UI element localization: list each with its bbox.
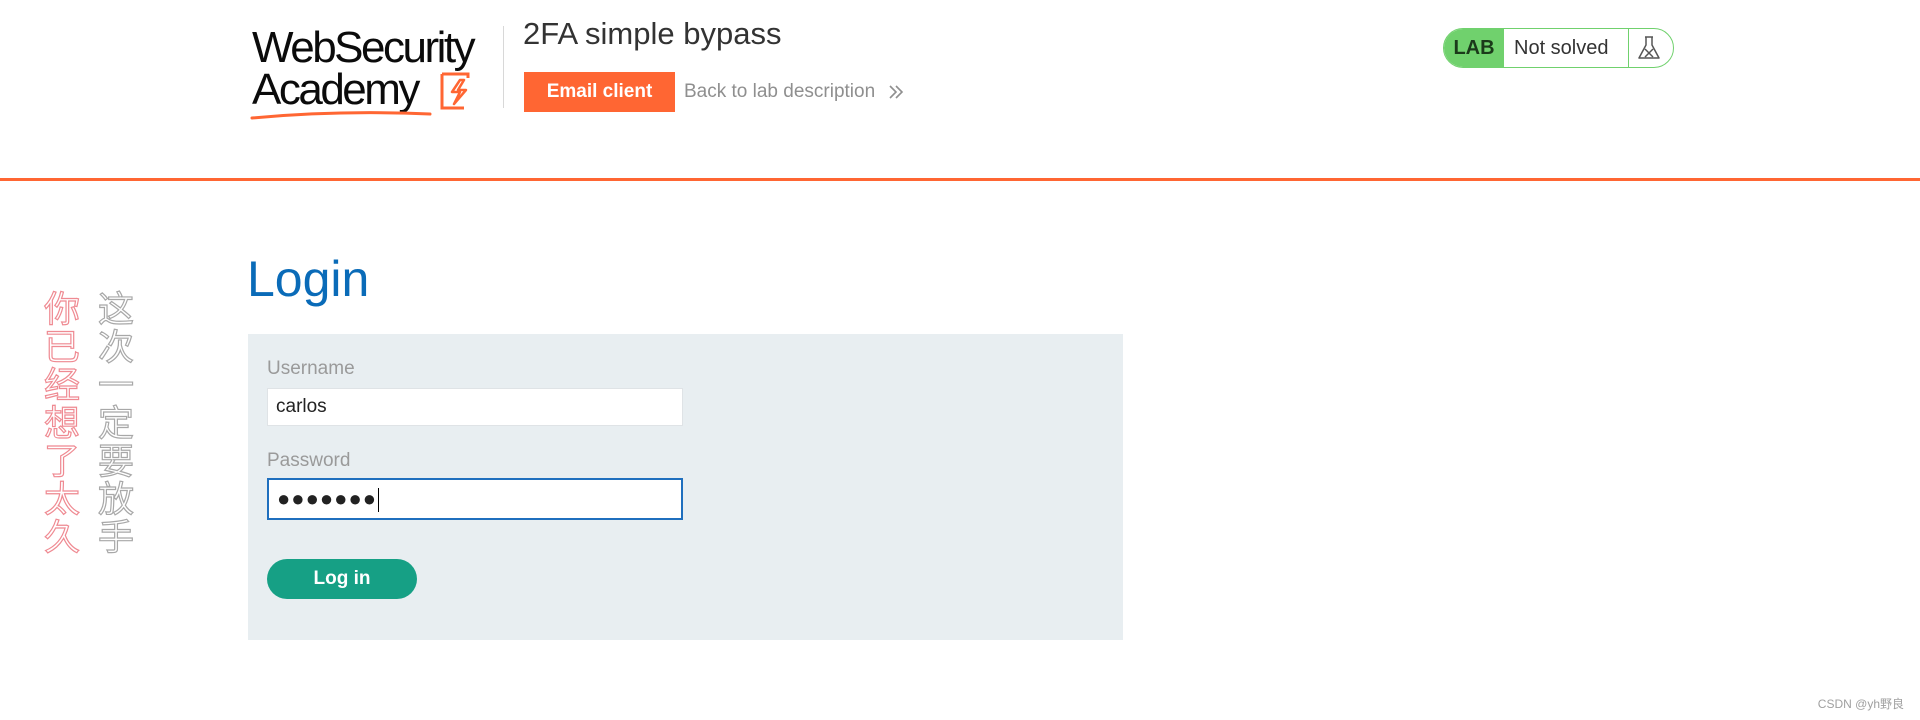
logo-text-line1: WebSecurity (252, 23, 476, 72)
logo-underline (250, 111, 432, 120)
text-caret (378, 488, 380, 513)
lab-state-text: Not solved (1514, 37, 1609, 59)
log-in-button[interactable]: Log in (267, 559, 417, 599)
back-to-lab-description-link[interactable]: Back to lab description (684, 81, 904, 103)
lab-status-widget: LAB Not solved (1443, 28, 1674, 68)
username-input[interactable]: carlos (267, 388, 683, 426)
web-security-academy-logo[interactable]: WebSecurity Academy (250, 24, 500, 120)
vertical-text-red: 你已经想了太久 (37, 289, 79, 556)
lab-title: 2FA simple bypass (523, 16, 782, 51)
password-input[interactable]: ●●●●●●● (267, 478, 683, 520)
vertical-text-gray: 这次一定要放手 (91, 289, 133, 556)
login-form: Username carlos Password ●●●●●●● Log in (248, 334, 1123, 640)
email-client-button[interactable]: Email client (524, 72, 675, 112)
page: WebSecurity Academy 2FA simple bypass Em… (0, 0, 1920, 720)
username-label: Username (267, 358, 355, 379)
flask-icon (1638, 36, 1660, 59)
login-heading: Login (247, 251, 370, 307)
lab-badge: LAB (1444, 29, 1504, 67)
header-divider (503, 26, 504, 108)
back-link-label: Back to lab description (684, 81, 876, 102)
header: WebSecurity Academy 2FA simple bypass Em… (0, 0, 1920, 181)
password-masked-value: ●●●●●●● (277, 486, 378, 511)
csdn-watermark: CSDN @yh野良 (1817, 697, 1904, 711)
password-label: Password (267, 450, 351, 471)
logo-text-line2: Academy (252, 65, 420, 114)
logo-bolt-icon (440, 72, 470, 110)
lab-status-divider (1628, 29, 1629, 67)
double-chevron-right-icon (889, 85, 904, 99)
